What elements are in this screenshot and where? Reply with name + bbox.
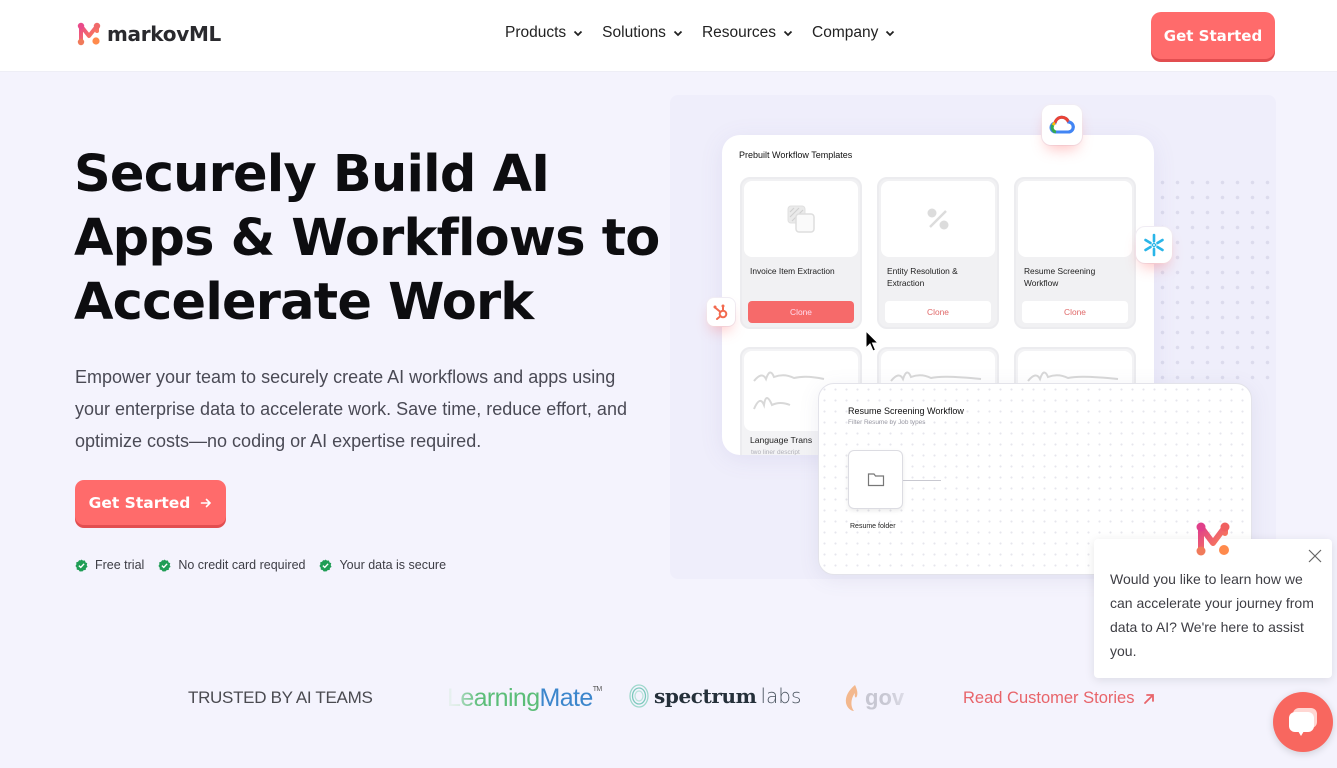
hubspot-icon bbox=[713, 304, 728, 320]
clone-button[interactable]: Clone bbox=[748, 301, 854, 323]
clone-button[interactable]: Clone bbox=[1022, 301, 1128, 323]
template-name: Resume Screening Workflow bbox=[1024, 266, 1096, 288]
workflow-node[interactable] bbox=[848, 450, 903, 509]
chat-close-button[interactable] bbox=[1306, 548, 1324, 566]
logo-part: labs bbox=[760, 684, 802, 708]
perk-item: Free trial bbox=[75, 558, 144, 572]
template-name: Entity Resolution & Extraction bbox=[887, 266, 958, 288]
hero-title: Securely Build AI Apps & Workflows to Ac… bbox=[74, 143, 674, 335]
chat-launcher-button[interactable] bbox=[1273, 692, 1333, 752]
perk-label: No credit card required bbox=[178, 558, 306, 572]
template-name: Language Trans bbox=[750, 435, 813, 445]
perk-item: No credit card required bbox=[158, 558, 305, 572]
nav-solutions[interactable]: Solutions bbox=[602, 24, 684, 42]
logo-part: Mate bbox=[539, 684, 594, 712]
hero-title-line: Securely Build AI bbox=[74, 145, 550, 204]
nav-label: Products bbox=[505, 24, 567, 41]
logo-part: spectrum bbox=[654, 684, 757, 708]
perk-label: Free trial bbox=[95, 558, 145, 572]
workflow-subtitle: Filter Resume by Job types bbox=[848, 419, 926, 426]
template-card: Invoice Item Extraction Clone bbox=[740, 177, 862, 329]
perks-list: Free trial No credit card required Your … bbox=[75, 558, 446, 572]
logo-fade-left bbox=[440, 678, 480, 718]
templates-panel-title: Prebuilt Workflow Templates bbox=[739, 150, 853, 160]
workflow-node-label: Resume folder bbox=[850, 523, 896, 530]
chevron-down-icon bbox=[783, 30, 793, 37]
entity-percent-icon bbox=[927, 208, 949, 230]
chat-popup: Would you like to learn how we can accel… bbox=[1094, 539, 1332, 678]
main-nav: Products Solutions Resources Company bbox=[505, 24, 896, 42]
workflow-connector bbox=[903, 480, 941, 481]
spectrum-labs-logo: spectrum labs bbox=[628, 683, 801, 709]
chevron-down-icon bbox=[673, 30, 683, 37]
mouse-cursor-icon bbox=[865, 330, 880, 352]
layers-copy-icon bbox=[787, 205, 815, 233]
folder-icon bbox=[867, 473, 884, 487]
snowflake-badge bbox=[1136, 227, 1172, 263]
hero-subtitle: Empower your team to securely create AI … bbox=[75, 367, 627, 451]
arrow-up-right-icon bbox=[1143, 693, 1154, 704]
chat-bubble-icon bbox=[1289, 708, 1317, 736]
template-name: Invoice Item Extraction bbox=[750, 266, 835, 276]
nav-label: Resources bbox=[701, 24, 777, 41]
workflow-title: Resume Screening Workflow bbox=[848, 406, 964, 416]
chevron-down-icon bbox=[574, 30, 583, 37]
hero-cta-label: Get Started bbox=[88, 493, 191, 512]
template-card: Entity Resolution & Extraction Clone bbox=[877, 177, 999, 329]
read-customer-stories-link[interactable]: Read Customer Stories bbox=[963, 689, 1155, 708]
arrow-right-icon bbox=[201, 498, 212, 507]
template-thumbnail bbox=[1018, 181, 1132, 257]
nav-company[interactable]: Company bbox=[812, 24, 896, 42]
nav-products[interactable]: Products bbox=[505, 24, 584, 42]
close-icon bbox=[1308, 549, 1322, 563]
google-cloud-icon bbox=[1049, 115, 1075, 134]
nav-label: Company bbox=[812, 24, 879, 41]
site-header: markovML Products Solutions Resources Co… bbox=[0, 0, 1337, 72]
trusted-by-label: TRUSTED BY AI TEAMS bbox=[188, 688, 373, 707]
perk-label: Your data is secure bbox=[339, 558, 447, 572]
chat-avatar-logo-icon bbox=[1196, 522, 1230, 556]
flame-icon bbox=[845, 685, 858, 711]
hero-title-line: Accelerate Work bbox=[74, 273, 534, 332]
logo-fade-right bbox=[885, 678, 925, 718]
template-thumbnail bbox=[744, 181, 858, 257]
clone-button[interactable]: Clone bbox=[885, 301, 991, 323]
perk-item: Your data is secure bbox=[319, 558, 446, 572]
verified-check-icon bbox=[319, 558, 333, 572]
spectrum-rings-icon bbox=[629, 684, 649, 708]
brand-logo[interactable]: markovML bbox=[77, 22, 221, 46]
verified-check-icon bbox=[75, 558, 88, 572]
nav-label: Solutions bbox=[602, 24, 666, 41]
chat-message: Would you like to learn how we can accel… bbox=[1110, 571, 1314, 659]
template-thumbnail bbox=[881, 181, 995, 257]
hero-title-line: Apps & Workflows to bbox=[74, 209, 660, 268]
link-label: Read Customer Stories bbox=[963, 689, 1135, 707]
chevron-down-icon bbox=[886, 30, 895, 37]
header-get-started-button[interactable]: Get Started bbox=[1151, 12, 1275, 59]
nav-resources[interactable]: Resources bbox=[702, 24, 794, 42]
decorative-dot-grid bbox=[1155, 175, 1275, 385]
verified-check-icon bbox=[158, 558, 171, 572]
snowflake-icon bbox=[1144, 233, 1164, 257]
google-cloud-badge bbox=[1042, 105, 1082, 145]
brand-name: markovML bbox=[107, 22, 221, 46]
hero-get-started-button[interactable]: Get Started bbox=[75, 480, 226, 525]
template-description: two liner descript bbox=[751, 449, 800, 455]
template-card: Resume Screening Workflow Clone bbox=[1014, 177, 1136, 329]
trademark: TM bbox=[592, 686, 603, 693]
hubspot-badge bbox=[707, 298, 735, 326]
markovml-logo-icon bbox=[77, 22, 101, 46]
